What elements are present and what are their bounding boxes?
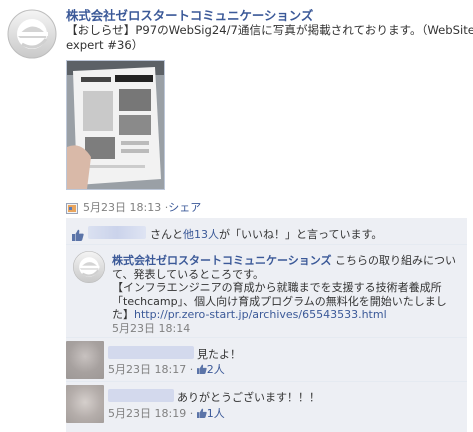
magazine-photo-image (67, 61, 164, 189)
post-text-line-2: expert #36） (66, 38, 144, 52)
comment-3-meta: 5月23日 18:19 · 1人 (108, 405, 225, 421)
comment-1-text-1: こちらの取り組みについ (331, 254, 457, 267)
comment-3-like-count[interactable]: 1人 (207, 407, 225, 420)
comment-2-meta-dot: · (189, 363, 194, 376)
comment-3-text: ありがとうございます！！！ (177, 391, 320, 404)
comment-3-date-link[interactable]: 5月23日 18:19 (108, 407, 186, 420)
company-logo[interactable] (6, 8, 58, 60)
comment-3-author-blurred[interactable] (108, 389, 174, 402)
divider (66, 337, 467, 338)
comment-2-text: 見たよ！ (197, 348, 241, 361)
like-thumb-icon (72, 226, 84, 241)
comment-2-like-icon (196, 364, 207, 377)
liker-name-blurred[interactable] (88, 226, 146, 239)
comment-3-meta-dot: · (189, 407, 194, 420)
share-icon (66, 199, 78, 214)
comment-avatar-company[interactable] (72, 250, 106, 284)
comment-3-avatar[interactable] (66, 385, 104, 423)
post-text-line-1: 【おしらせ】P97のWebSig24/7通信に写真が掲載されております。（Web… (66, 23, 473, 37)
likes-text-post: が「いいね！」と言っています。 (219, 228, 383, 241)
post-photo[interactable] (66, 60, 165, 190)
comment-2-meta: 5月23日 18:17 · 2人 (108, 361, 225, 377)
likes-others-link[interactable]: 他13人 (183, 228, 219, 241)
divider (66, 244, 467, 245)
comment-3-like-icon (196, 408, 207, 421)
comment-1-date-link[interactable]: 5月23日 18:14 (112, 320, 190, 336)
comment-2-avatar[interactable] (66, 341, 104, 379)
comment-2-like-count[interactable]: 2人 (207, 363, 225, 376)
post-date-link[interactable]: 5月23日 18:13 (83, 201, 161, 214)
comment-2-author-blurred[interactable] (108, 346, 194, 359)
comment-2-date-link[interactable]: 5月23日 18:17 (108, 363, 186, 376)
likes-text-pre: さんと (150, 228, 183, 241)
share-link[interactable]: シェア (168, 201, 201, 214)
divider (66, 381, 467, 382)
